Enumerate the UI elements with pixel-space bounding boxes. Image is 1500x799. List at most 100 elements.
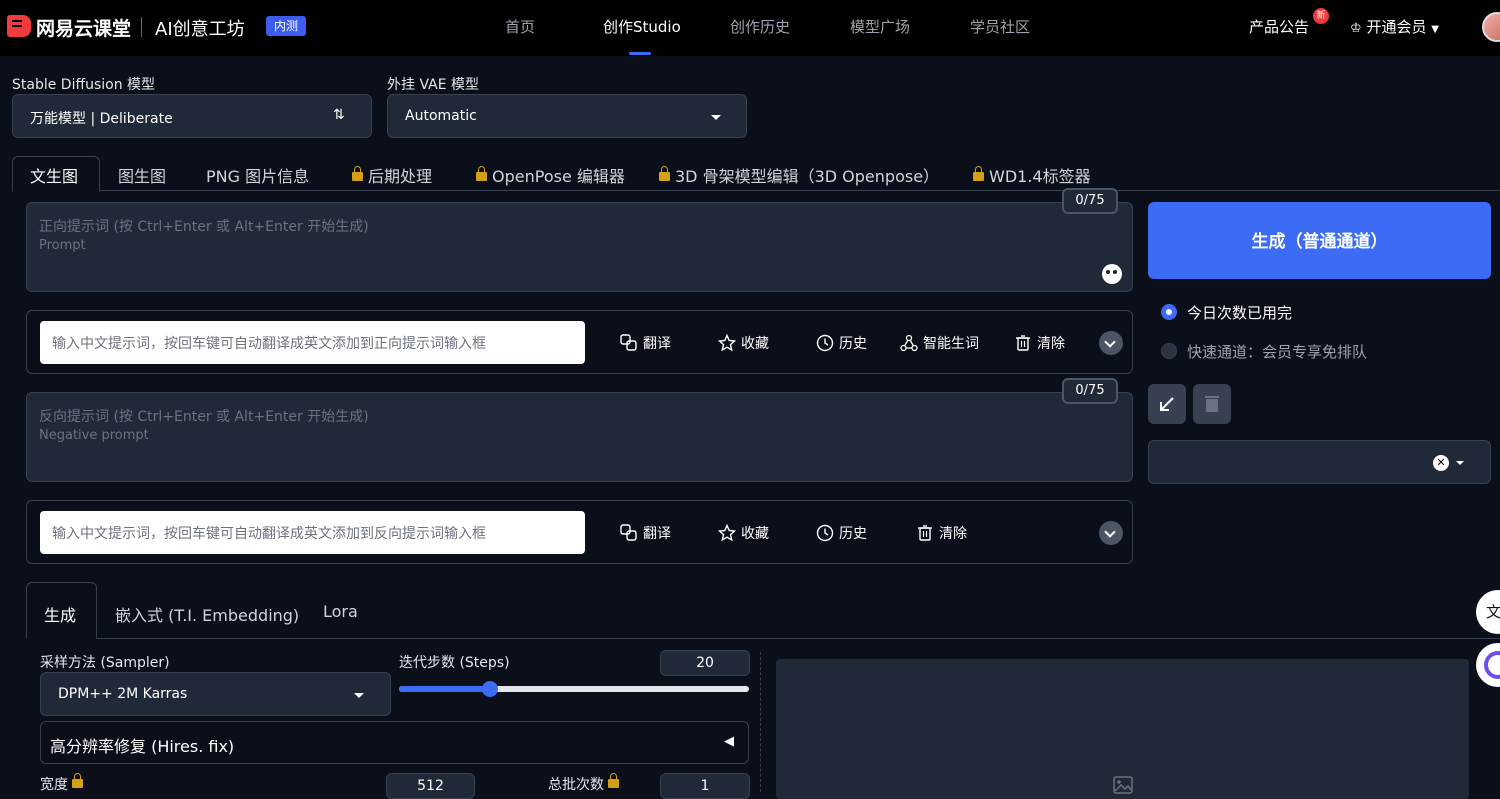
- smart-words-label: 智能生词: [923, 336, 979, 352]
- chevron-down-icon: ▼: [1431, 24, 1439, 35]
- logo-icon[interactable]: [7, 15, 31, 37]
- steps-slider-thumb[interactable]: [482, 681, 498, 697]
- vae-model-select[interactable]: Automatic: [387, 94, 747, 138]
- assistant-ring-icon: [1484, 651, 1500, 679]
- collapse-arrow-icon: ◀: [724, 734, 734, 749]
- translate-label: 翻译: [643, 336, 671, 352]
- steps-slider[interactable]: [399, 681, 749, 697]
- vae-model-label: 外挂 VAE 模型: [387, 77, 480, 93]
- clear-button[interactable]: 清除: [1014, 333, 1065, 353]
- tab-png-info[interactable]: PNG 图片信息: [206, 163, 309, 187]
- tab-label: OpenPose 编辑器: [492, 167, 625, 186]
- lock-icon: [659, 166, 670, 181]
- tab-3d-openpose[interactable]: 3D 骨架模型编辑（3D Openpose）: [659, 163, 939, 187]
- output-gallery: [776, 659, 1469, 799]
- trash-icon: [1205, 396, 1219, 412]
- tab-label: WD1.4标签器: [989, 167, 1091, 186]
- prompt-textarea[interactable]: 正向提示词 (按 Ctrl+Enter 或 Alt+Enter 开始生成) Pr…: [26, 202, 1133, 292]
- tab-wd14-tagger[interactable]: WD1.4标签器: [973, 163, 1091, 187]
- brand-name[interactable]: 网易云课堂: [36, 14, 131, 41]
- negative-placeholder-sub: Negative prompt: [39, 428, 149, 443]
- generate-button[interactable]: 生成（普通通道）: [1148, 202, 1491, 279]
- lock-icon: [608, 773, 620, 788]
- vip-label: 开通会员: [1366, 18, 1427, 36]
- product-name: AI创意工坊: [155, 19, 245, 40]
- favorite-button[interactable]: 收藏: [718, 333, 769, 353]
- text-icon: 文: [1486, 603, 1500, 621]
- lock-icon: [72, 773, 84, 788]
- tab-img2img[interactable]: 图生图: [118, 163, 166, 187]
- history-button[interactable]: 历史: [816, 523, 867, 543]
- history-label: 历史: [839, 526, 867, 542]
- hires-fix-accordion[interactable]: 高分辨率修复 (Hires. fix) ◀: [40, 721, 749, 764]
- favorite-label: 收藏: [741, 526, 769, 542]
- sd-model-select[interactable]: 万能模型 | Deliberate ⇅: [12, 94, 372, 138]
- width-label: 宽度: [40, 773, 88, 794]
- history-button[interactable]: 历史: [816, 333, 867, 353]
- floating-assistant-widget[interactable]: [1476, 643, 1500, 687]
- batch-count-input[interactable]: 1: [660, 773, 750, 799]
- nav-history[interactable]: 创作历史: [730, 16, 790, 37]
- nav-home[interactable]: 首页: [505, 16, 535, 37]
- prompt-translate-input[interactable]: [40, 321, 585, 364]
- vip-button[interactable]: ♔ 开通会员 ▼: [1350, 16, 1439, 37]
- negative-token-counter: 0/75: [1062, 378, 1118, 404]
- radio-fast-channel[interactable]: [1161, 343, 1177, 359]
- delete-style-button[interactable]: [1193, 384, 1231, 424]
- tab-txt2img[interactable]: 文生图: [30, 163, 78, 187]
- clear-icon[interactable]: ✕: [1433, 455, 1449, 471]
- translate-button[interactable]: 翻译: [620, 333, 671, 353]
- translate-button[interactable]: 翻译: [620, 523, 671, 543]
- sd-model-label: Stable Diffusion 模型: [12, 77, 156, 93]
- new-badge: 新: [1313, 8, 1329, 24]
- prompt-placeholder: 正向提示词 (按 Ctrl+Enter 或 Alt+Enter 开始生成): [39, 219, 369, 235]
- steps-input[interactable]: 20: [660, 650, 750, 676]
- sort-icon: ⇅: [333, 107, 345, 123]
- clock-icon: [816, 334, 834, 352]
- steps-label: 迭代步数 (Steps): [399, 655, 510, 671]
- sub-tab-bar: [26, 638, 1500, 639]
- prompt-translate-bar: 翻译 收藏 历史 智能生词 清除: [26, 310, 1133, 374]
- clear-label: 清除: [1037, 336, 1065, 352]
- nav-community[interactable]: 学员社区: [970, 16, 1030, 37]
- clear-button[interactable]: 清除: [916, 523, 967, 543]
- style-select[interactable]: ✕: [1148, 440, 1491, 484]
- width-input[interactable]: 512: [386, 773, 475, 799]
- negative-placeholder: 反向提示词 (按 Ctrl+Enter 或 Alt+Enter 开始生成): [39, 409, 369, 425]
- network-icon: [900, 334, 918, 352]
- steps-slider-fill: [399, 686, 490, 692]
- arrow-down-left-icon: [1160, 397, 1174, 411]
- clear-label: 清除: [939, 526, 967, 542]
- expand-chevron-icon[interactable]: [1099, 521, 1123, 545]
- avatar[interactable]: [1482, 12, 1500, 42]
- lock-icon: [352, 166, 363, 181]
- nav-models[interactable]: 模型广场: [850, 16, 910, 37]
- announcement-link[interactable]: 产品公告: [1249, 16, 1309, 37]
- favorite-button[interactable]: 收藏: [718, 523, 769, 543]
- translate-label: 翻译: [643, 526, 671, 542]
- chevron-down-icon: [1456, 461, 1464, 465]
- radio-normal-channel[interactable]: [1161, 304, 1177, 320]
- subtab-embedding[interactable]: 嵌入式 (T.I. Embedding): [115, 602, 299, 626]
- sampler-label: 采样方法 (Sampler): [40, 655, 170, 671]
- prompt-token-counter: 0/75: [1062, 188, 1118, 214]
- vae-model-value: Automatic: [405, 108, 477, 124]
- sampler-select[interactable]: DPM++ 2M Karras: [40, 672, 391, 716]
- tab-openpose[interactable]: OpenPose 编辑器: [476, 163, 625, 187]
- sampler-value: DPM++ 2M Karras: [58, 686, 188, 702]
- expand-chevron-icon[interactable]: [1099, 331, 1123, 355]
- tab-postprocess[interactable]: 后期处理: [352, 163, 432, 187]
- lock-icon: [973, 166, 984, 181]
- brand-divider: [141, 17, 142, 37]
- floating-translate-widget[interactable]: 文: [1476, 590, 1500, 634]
- subtab-lora[interactable]: Lora: [323, 602, 358, 621]
- import-button[interactable]: [1148, 384, 1186, 424]
- column-divider: [760, 652, 761, 792]
- nav-studio[interactable]: 创作Studio: [603, 16, 681, 37]
- assistant-icon[interactable]: [1102, 264, 1122, 284]
- smart-words-button[interactable]: 智能生词: [900, 333, 979, 353]
- negative-translate-input[interactable]: [40, 511, 585, 554]
- image-icon: [1113, 776, 1133, 794]
- subtab-generate[interactable]: 生成: [44, 602, 76, 626]
- negative-prompt-textarea[interactable]: 反向提示词 (按 Ctrl+Enter 或 Alt+Enter 开始生成) Ne…: [26, 392, 1133, 482]
